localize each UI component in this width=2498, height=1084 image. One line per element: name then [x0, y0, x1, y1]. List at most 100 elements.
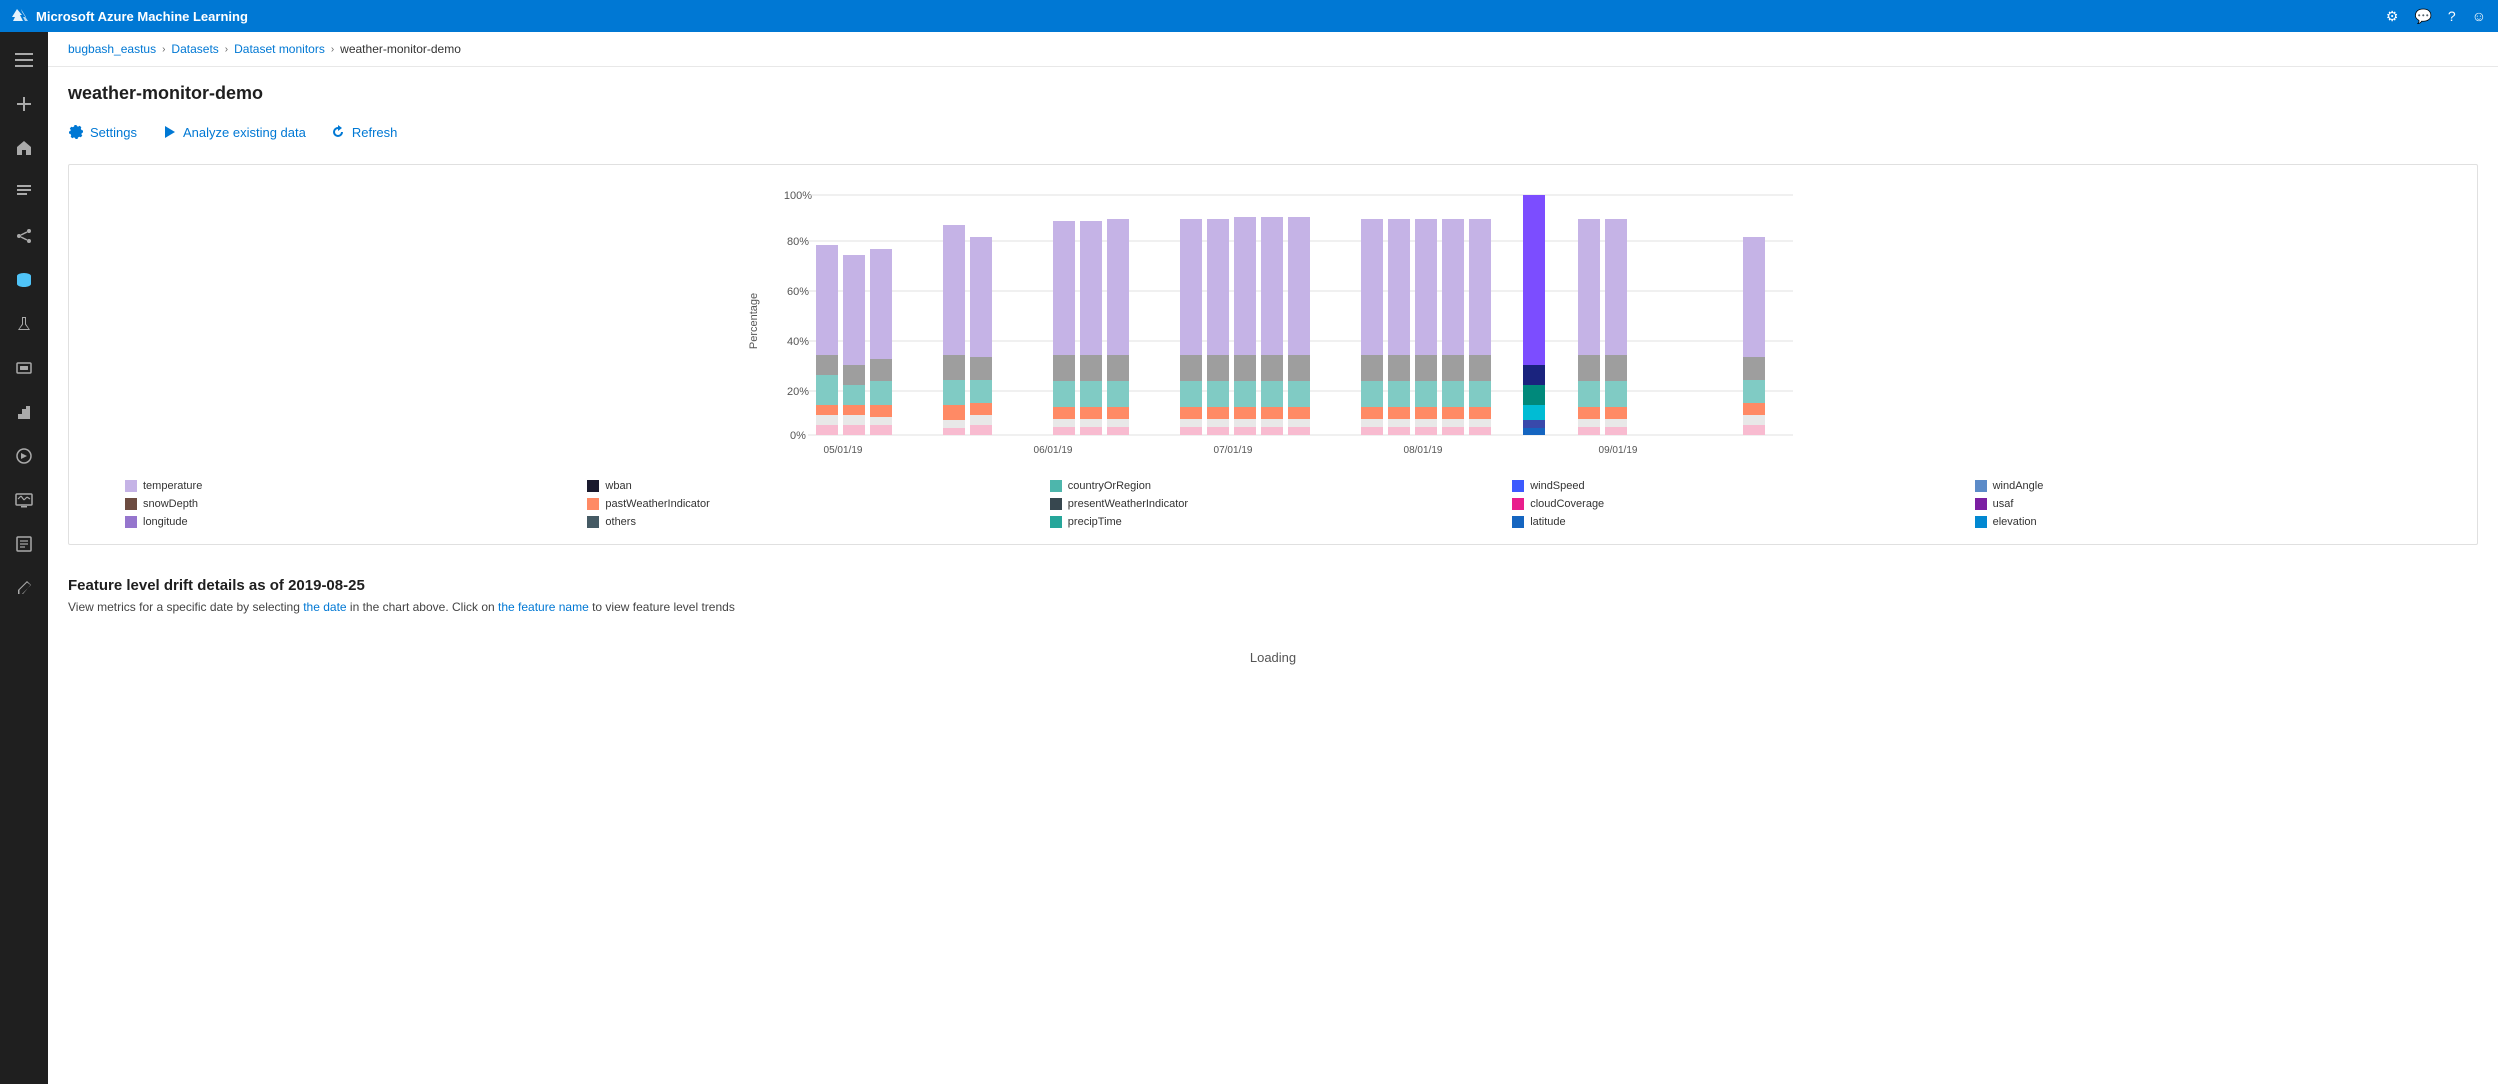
- sidebar-item-pipelines[interactable]: [4, 216, 44, 256]
- chart-legend: temperature wban countryOrRegion windSpe…: [85, 480, 2461, 528]
- breadcrumb-monitors[interactable]: Dataset monitors: [234, 42, 325, 56]
- legend-snowdepth: snowDepth: [125, 498, 571, 510]
- feature-link[interactable]: the feature name: [498, 600, 589, 614]
- sidebar-item-new[interactable]: [4, 84, 44, 124]
- sidebar-item-edit[interactable]: [4, 568, 44, 608]
- legend-color-windspeed: [1512, 480, 1524, 492]
- legend-label-usaf: usaf: [1993, 498, 2014, 510]
- settings-icon[interactable]: ⚙: [2386, 8, 2399, 25]
- legend-color-others: [587, 516, 599, 528]
- legend-label-elevation: elevation: [1993, 516, 2037, 528]
- svg-text:Percentage: Percentage: [748, 293, 760, 349]
- feature-section: Feature level drift details as of 2019-0…: [68, 569, 2478, 693]
- legend-usaf: usaf: [1975, 498, 2421, 510]
- legend-temperature: temperature: [125, 480, 571, 492]
- sidebar-item-menu[interactable]: [4, 40, 44, 80]
- loading-indicator: Loading: [68, 630, 2478, 685]
- content-area: weather-monitor-demo Settings Analyze ex…: [48, 67, 2498, 1084]
- help-icon[interactable]: ?: [2448, 8, 2456, 24]
- breadcrumb: bugbash_eastus › Datasets › Dataset moni…: [48, 32, 2498, 67]
- legend-others: others: [587, 516, 1033, 528]
- legend-label-latitude: latitude: [1530, 516, 1565, 528]
- legend-color-presentweather: [1050, 498, 1062, 510]
- page-title: weather-monitor-demo: [68, 83, 2478, 104]
- legend-label-temperature: temperature: [143, 480, 202, 492]
- legend-windspeed: windSpeed: [1512, 480, 1958, 492]
- legend-label-wban: wban: [605, 480, 631, 492]
- refresh-icon: [330, 124, 346, 140]
- feature-section-subtitle: View metrics for a specific date by sele…: [68, 600, 2478, 614]
- breadcrumb-sep-2: ›: [225, 44, 228, 55]
- svg-text:80%: 80%: [787, 236, 809, 248]
- legend-pastweather: pastWeatherIndicator: [587, 498, 1033, 510]
- legend-label-longitude: longitude: [143, 516, 188, 528]
- legend-color-snowdepth: [125, 498, 137, 510]
- legend-color-latitude: [1512, 516, 1524, 528]
- sidebar-item-endpoints[interactable]: [4, 436, 44, 476]
- drift-chart[interactable]: 100% 80% 60% 40% 20% 0% Percentage: [85, 181, 2461, 461]
- date-link[interactable]: the date: [303, 600, 346, 614]
- sidebar-item-logs[interactable]: [4, 524, 44, 564]
- topbar: Microsoft Azure Machine Learning ⚙ 💬 ? ☺: [0, 0, 2498, 32]
- sidebar-item-compute[interactable]: [4, 348, 44, 388]
- legend-label-preciptime: precipTime: [1068, 516, 1122, 528]
- breadcrumb-sep-1: ›: [162, 44, 165, 55]
- legend-cloudcoverage: cloudCoverage: [1512, 498, 1958, 510]
- analyze-button[interactable]: Analyze existing data: [161, 120, 306, 144]
- svg-text:09/01/19: 09/01/19: [1599, 445, 1638, 456]
- legend-color-cloudcoverage: [1512, 498, 1524, 510]
- legend-countryorregion: countryOrRegion: [1050, 480, 1496, 492]
- legend-presentweather: presentWeatherIndicator: [1050, 498, 1496, 510]
- legend-elevation: elevation: [1975, 516, 2421, 528]
- sidebar-item-monitor[interactable]: [4, 480, 44, 520]
- svg-text:20%: 20%: [787, 386, 809, 398]
- settings-button[interactable]: Settings: [68, 120, 137, 144]
- legend-label-windspeed: windSpeed: [1530, 480, 1584, 492]
- feedback-icon[interactable]: 💬: [2414, 8, 2431, 25]
- azure-logo-icon: [12, 8, 28, 24]
- svg-text:05/01/19: 05/01/19: [824, 445, 863, 456]
- sidebar-item-home[interactable]: [4, 128, 44, 168]
- refresh-button[interactable]: Refresh: [330, 120, 398, 144]
- svg-text:0%: 0%: [790, 430, 806, 442]
- svg-text:08/01/19: 08/01/19: [1404, 445, 1443, 456]
- layout: bugbash_eastus › Datasets › Dataset moni…: [0, 32, 2498, 1084]
- topbar-right: ⚙ 💬 ? ☺: [2386, 8, 2486, 25]
- breadcrumb-workspace[interactable]: bugbash_eastus: [68, 42, 156, 56]
- app-title: Microsoft Azure Machine Learning: [36, 9, 248, 24]
- svg-text:100%: 100%: [784, 190, 812, 202]
- legend-label-cloudcoverage: cloudCoverage: [1530, 498, 1604, 510]
- legend-label-snowdepth: snowDepth: [143, 498, 198, 510]
- sidebar-item-experiments[interactable]: [4, 304, 44, 344]
- sidebar: [0, 32, 48, 1084]
- legend-latitude: latitude: [1512, 516, 1958, 528]
- account-icon[interactable]: ☺: [2472, 8, 2486, 24]
- legend-longitude: longitude: [125, 516, 571, 528]
- legend-windangle: windAngle: [1975, 480, 2421, 492]
- legend-color-preciptime: [1050, 516, 1062, 528]
- legend-preciptime: precipTime: [1050, 516, 1496, 528]
- legend-color-wban: [587, 480, 599, 492]
- legend-color-countryorregion: [1050, 480, 1062, 492]
- legend-color-windangle: [1975, 480, 1987, 492]
- svg-text:07/01/19: 07/01/19: [1214, 445, 1253, 456]
- settings-label: Settings: [90, 125, 137, 140]
- legend-color-longitude: [125, 516, 137, 528]
- topbar-left: Microsoft Azure Machine Learning: [12, 8, 248, 24]
- breadcrumb-sep-3: ›: [331, 44, 334, 55]
- chart-container: 100% 80% 60% 40% 20% 0% Percentage: [68, 164, 2478, 545]
- chart-area[interactable]: 100% 80% 60% 40% 20% 0% Percentage: [85, 181, 2461, 464]
- refresh-label: Refresh: [352, 125, 398, 140]
- legend-color-elevation: [1975, 516, 1987, 528]
- svg-text:60%: 60%: [787, 286, 809, 298]
- sidebar-item-datasets[interactable]: [4, 260, 44, 300]
- legend-color-usaf: [1975, 498, 1987, 510]
- breadcrumb-current: weather-monitor-demo: [340, 42, 461, 56]
- feature-section-title: Feature level drift details as of 2019-0…: [68, 577, 2478, 594]
- sidebar-item-notebooks[interactable]: [4, 172, 44, 212]
- breadcrumb-datasets[interactable]: Datasets: [171, 42, 218, 56]
- sidebar-item-models[interactable]: [4, 392, 44, 432]
- main-content: bugbash_eastus › Datasets › Dataset moni…: [48, 32, 2498, 1084]
- svg-text:06/01/19: 06/01/19: [1034, 445, 1073, 456]
- legend-color-pastweather: [587, 498, 599, 510]
